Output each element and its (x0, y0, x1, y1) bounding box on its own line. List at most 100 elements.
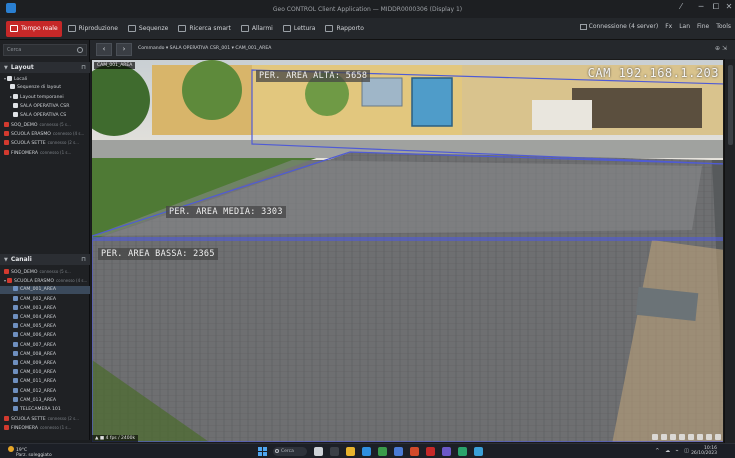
toolbar-fx-button[interactable]: Fx (665, 23, 672, 30)
record-icon[interactable] (652, 434, 658, 440)
settings-app-icon[interactable] (474, 447, 483, 456)
close-view-icon[interactable] (715, 434, 721, 440)
tree-item[interactable]: CAM_010_AREA (0, 369, 90, 377)
toolbar-smart-search-button[interactable]: Ricerca smart (174, 21, 235, 37)
store-app-icon[interactable] (378, 447, 387, 456)
toolbar-button-label: Ricerca smart (189, 25, 231, 32)
minimize-icon[interactable]: ─ (694, 2, 708, 11)
tree-item[interactable]: FINEOMERA connesso (1 s... (0, 424, 90, 432)
task-view-icon[interactable] (314, 447, 323, 456)
teams-app-icon[interactable] (442, 447, 451, 456)
toolbar-alarm-button[interactable]: Allarmi (237, 21, 277, 37)
camera-viewport[interactable]: CAM_001_AREA CAM 192.168.1.203 PER. AREA… (91, 59, 724, 443)
clock[interactable]: 10:16 26/10/2023 (691, 446, 717, 456)
tree-item-label: CAM_012_AREA (20, 388, 57, 394)
chevron-down-icon[interactable]: ▾ (4, 278, 6, 283)
tree-item[interactable]: ▾ SCUOLA ERASMO connesso (4 s... (0, 277, 90, 285)
office-app-icon[interactable] (410, 447, 419, 456)
tree-item[interactable]: FINEOMERA connesso (1 s... (0, 149, 90, 157)
start-menu-icon[interactable] (258, 447, 267, 456)
tree-item[interactable]: SALA OPERATIVA CS (0, 111, 90, 120)
title-bar: Geo CONTROL Client Application — MIDDR00… (0, 0, 735, 18)
edge-browser-icon[interactable] (362, 447, 371, 456)
toolbar-sequence-button[interactable]: Sequenze (124, 21, 172, 37)
toolbar-playback-button[interactable]: Riproduzione (64, 21, 122, 37)
search-input[interactable]: Cerca (3, 44, 87, 56)
tree-item[interactable]: ▾ Locali (0, 75, 90, 83)
tree-item[interactable]: CAM_001_AREA (0, 286, 90, 295)
tree-item[interactable]: CAM_007_AREA (0, 341, 90, 350)
chevron-right-icon[interactable]: ▸ (10, 94, 12, 99)
layouts-section-header[interactable]: ▼ Layout ⊓ (0, 62, 90, 73)
tree-item[interactable]: TELECAMERA 101 (0, 406, 90, 414)
maximize-icon[interactable]: ⧠ (709, 2, 723, 12)
tree-item-label: CAM_001_AREA (20, 287, 57, 293)
tree-item[interactable]: SCUOLA ERASMO connesso (4 s... (0, 130, 90, 138)
tree-item[interactable]: CAM_003_AREA (0, 304, 90, 313)
chevron-down-icon: ▼ (4, 65, 8, 71)
window-title: Geo CONTROL Client Application — MIDDR00… (272, 5, 463, 13)
fullscreen-icon[interactable] (697, 434, 703, 440)
pen-icon[interactable]: ⁄ (674, 2, 688, 11)
tree-item[interactable]: CAM_009_AREA (0, 360, 90, 368)
forward-button[interactable]: › (116, 43, 132, 56)
audio-icon[interactable] (679, 434, 685, 440)
tree-item[interactable]: CAM_006_AREA (0, 332, 90, 340)
server-icon (7, 278, 13, 284)
tree-item[interactable]: CAM_002_AREA (0, 295, 90, 304)
chevron-down-icon: ▼ (4, 257, 8, 263)
toolbar-fine-button[interactable]: Fine (697, 23, 709, 30)
snapshot-icon[interactable] (661, 434, 667, 440)
tree-item[interactable]: SOQ_DEMO connesso (5 s... (0, 121, 90, 129)
layout-icon (7, 76, 13, 81)
connection-status[interactable]: Connessione (4 server) (579, 23, 658, 30)
file-explorer-icon[interactable] (346, 447, 355, 456)
settings-icon[interactable] (706, 434, 712, 440)
toolbar-tools-button[interactable]: Tools (716, 23, 731, 30)
camera-icon (13, 286, 18, 292)
scrollbar-thumb[interactable] (728, 65, 733, 145)
tree-item[interactable]: Sequenze di layout (0, 84, 90, 92)
vertical-scrollbar[interactable] (724, 59, 735, 443)
tree-item[interactable]: CAM_011_AREA (0, 378, 90, 386)
tree-item[interactable]: CAM_005_AREA (0, 323, 90, 331)
tree-item[interactable]: SALA OPERATIVA CSR (0, 102, 90, 111)
excel-app-icon[interactable] (458, 447, 467, 456)
toolbar-lan-button[interactable]: Lan (679, 23, 690, 30)
back-button[interactable]: ‹ (96, 43, 112, 56)
layouts-header-label: Layout (10, 64, 34, 71)
tree-item-label: CAM_009_AREA (20, 361, 57, 366)
chevron-down-icon[interactable]: ▾ (4, 76, 6, 81)
tree-item[interactable]: ▸ Layout temporanei (0, 93, 90, 101)
channels-section-header[interactable]: ▼ Canali ⊓ (0, 254, 90, 265)
tree-item[interactable]: CAM_012_AREA (0, 387, 90, 396)
toolbar-lettura-button[interactable]: Lettura (279, 21, 320, 37)
tree-item[interactable]: CAM_008_AREA (0, 350, 90, 359)
toolbar-report-button[interactable]: Rapporto (321, 21, 368, 37)
ptz-icon[interactable] (688, 434, 694, 440)
camera-icon (13, 341, 18, 347)
breadcrumb[interactable]: Commando ▾ SALA OPERATIVA CSR_001 ▾ CAM_… (138, 46, 271, 51)
toolbar-button-label: Allarmi (251, 25, 273, 32)
tree-item[interactable]: SOQ_DEMO connesso (5 s... (0, 268, 90, 276)
pin-icon[interactable]: ⊓ (81, 254, 86, 265)
view-options[interactable]: ⊕ ⇲ (715, 45, 727, 52)
tree-item[interactable]: SCUOLA SETTE connesso (2 s... (0, 139, 90, 147)
tree-item-label: CAM_004_AREA (20, 315, 57, 320)
toolbar-button-label: Riproduzione (78, 25, 118, 32)
system-tray-icons[interactable]: ^ ☁ ⌁ ◫ (655, 448, 691, 454)
taskbar-search[interactable]: Cerca (273, 447, 307, 456)
tree-item[interactable]: CAM_004_AREA (0, 314, 90, 322)
zoom-icon[interactable] (670, 434, 676, 440)
mail-app-icon[interactable] (394, 447, 403, 456)
camera-icon (13, 360, 18, 365)
toolbar-live-button[interactable]: Tempo reale (6, 20, 62, 37)
tree-item[interactable]: CAM_013_AREA (0, 396, 90, 405)
geo-control-app-icon[interactable] (426, 447, 435, 456)
camera-icon (13, 314, 18, 319)
chat-app-icon[interactable] (330, 447, 339, 456)
close-icon[interactable]: ✕ (722, 2, 735, 11)
pin-icon[interactable]: ⊓ (81, 62, 86, 73)
weather-widget[interactable]: 19°C Parz. soleggiato (8, 446, 52, 458)
tree-item[interactable]: SCUOLA SETTE connesso (2 s... (0, 415, 90, 423)
